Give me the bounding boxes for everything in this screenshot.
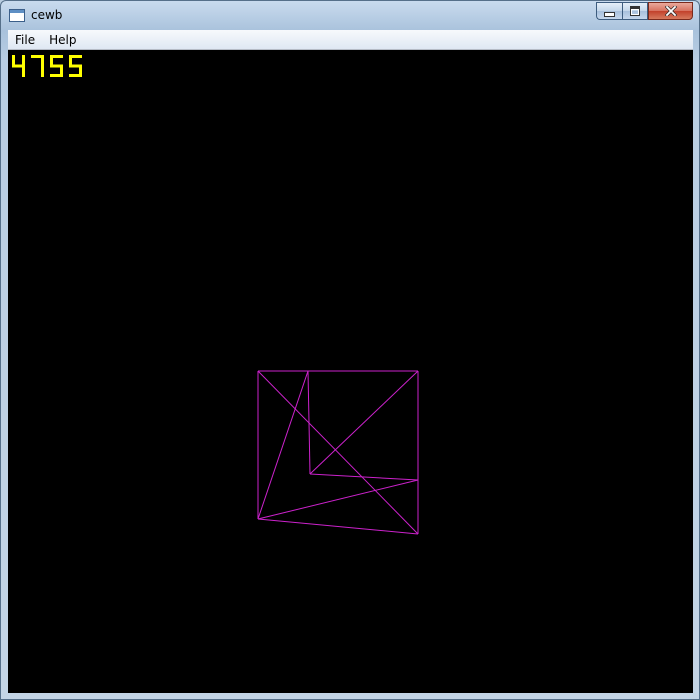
close-button[interactable] [648,2,693,20]
window-title: cewb [31,8,63,22]
game-canvas[interactable]: 4755 [8,50,693,693]
caption-buttons [596,2,693,21]
minimize-button[interactable] [596,2,622,20]
minimize-icon [604,11,615,17]
cube-edge [257,370,309,520]
menu-bar: File Help [8,30,693,50]
cube-edge [257,370,419,535]
maximize-button[interactable] [622,2,648,20]
cube-edge [257,479,419,520]
cube-edge [309,370,419,475]
wireframe-cube [257,370,419,535]
title-bar[interactable]: cewb [1,1,699,30]
app-window-icon [9,9,25,22]
app-window: cewb File Help 4755 [0,0,700,700]
close-icon [664,6,677,16]
cube-edge [257,518,419,535]
menu-file[interactable]: File [8,30,42,50]
maximize-icon [630,6,640,16]
menu-help[interactable]: Help [42,30,83,50]
